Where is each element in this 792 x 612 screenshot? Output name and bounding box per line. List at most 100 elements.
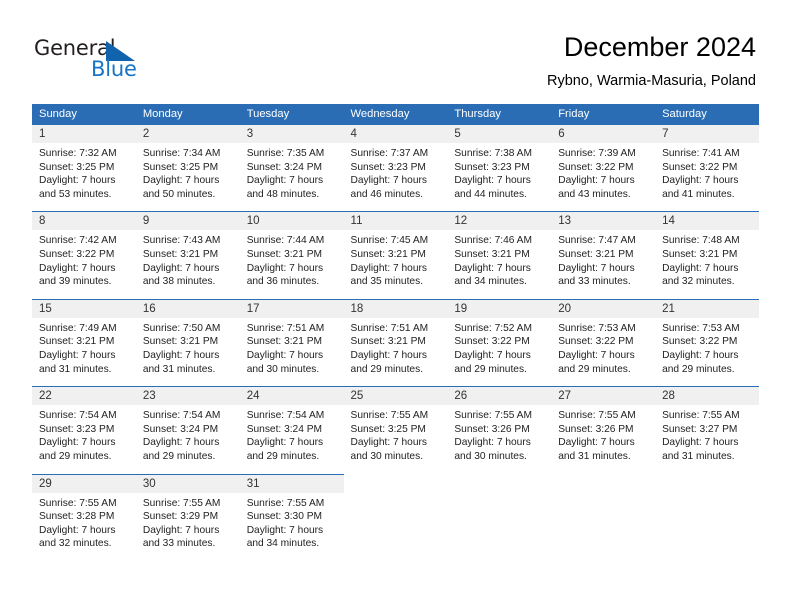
day-number-cell[interactable]: 26 xyxy=(447,386,552,406)
day-detail-cell[interactable]: Sunrise: 7:50 AM Sunset: 3:21 PM Daylight:… xyxy=(135,317,240,387)
day-detail-cell[interactable]: Sunrise: 7:41 AM Sunset: 3:22 PM Daylight:… xyxy=(655,143,759,212)
weekday-header-wednesday: Wednesday xyxy=(343,104,448,125)
day-detail-cell[interactable]: Sunrise: 7:55 AM Sunset: 3:30 PM Daylight:… xyxy=(239,492,344,561)
general-blue-logo[interactable]: General Blue xyxy=(34,36,204,84)
day-number-cell[interactable]: 10 xyxy=(239,211,344,231)
day-daylight1-text: Daylight: 7 hours xyxy=(246,175,324,187)
day-number-cell[interactable]: 6 xyxy=(551,124,656,143)
day-detail-cell[interactable]: Sunrise: 7:54 AM Sunset: 3:23 PM Daylight:… xyxy=(32,405,136,474)
day-daylight2-text: and 30 minutes. xyxy=(454,450,527,462)
day-detail-cell[interactable]: Sunrise: 7:55 AM Sunset: 3:25 PM Daylight:… xyxy=(343,405,448,474)
day-detail-cell[interactable]: Sunrise: 7:39 AM Sunset: 3:22 PM Daylight:… xyxy=(551,143,656,212)
day-daylight2-text: and 31 minutes. xyxy=(39,363,112,375)
day-detail-cell[interactable]: Sunrise: 7:53 AM Sunset: 3:22 PM Daylight:… xyxy=(551,317,656,387)
day-number-cell[interactable]: 31 xyxy=(239,473,344,493)
day-number-cell[interactable]: 17 xyxy=(239,298,344,318)
day-detail-cell[interactable]: Sunrise: 7:55 AM Sunset: 3:26 PM Daylight:… xyxy=(447,405,552,474)
day-daylight2-text: and 29 minutes. xyxy=(350,363,424,375)
day-number-cell[interactable]: 7 xyxy=(655,124,759,143)
day-detail-cell[interactable]: Sunrise: 7:51 AM Sunset: 3:21 PM Daylight:… xyxy=(343,317,448,387)
day-number-cell[interactable]: 29 xyxy=(32,473,136,493)
day-detail-cell[interactable]: Sunrise: 7:53 AM Sunset: 3:22 PM Daylight:… xyxy=(655,317,759,387)
day-detail-cell[interactable]: Sunrise: 7:55 AM Sunset: 3:28 PM Daylight:… xyxy=(32,492,136,561)
day-detail-cell[interactable]: Sunrise: 7:44 AM Sunset: 3:21 PM Daylight:… xyxy=(239,230,344,300)
day-number-cell[interactable]: 21 xyxy=(655,298,759,318)
day-daylight1-text: Daylight: 7 hours xyxy=(142,524,220,536)
day-sunrise-text: Sunrise: 7:54 AM xyxy=(39,410,117,422)
day-detail-cell[interactable]: Sunrise: 7:37 AM Sunset: 3:23 PM Daylight:… xyxy=(343,143,448,212)
day-sunrise-text: Sunrise: 7:53 AM xyxy=(662,322,740,334)
day-number-cell[interactable]: 28 xyxy=(655,386,759,406)
day-daylight2-text: and 29 minutes. xyxy=(454,363,527,375)
day-sunrise-text: Sunrise: 7:55 AM xyxy=(454,410,532,422)
day-daylight1-text: Daylight: 7 hours xyxy=(350,175,427,187)
day-number-cell[interactable]: 27 xyxy=(551,386,656,406)
day-daylight1-text: Daylight: 7 hours xyxy=(246,524,324,536)
day-detail-cell[interactable]: Sunrise: 7:55 AM Sunset: 3:29 PM Daylight:… xyxy=(135,492,240,561)
week-daynumber-row: 29 30 31 xyxy=(32,473,759,493)
day-daylight1-text: Daylight: 7 hours xyxy=(662,175,739,187)
day-daylight1-text: Daylight: 7 hours xyxy=(558,349,635,361)
day-number-cell[interactable]: 8 xyxy=(32,211,136,231)
day-daylight1-text: Daylight: 7 hours xyxy=(246,349,324,361)
day-detail-cell[interactable]: Sunrise: 7:55 AM Sunset: 3:26 PM Daylight:… xyxy=(551,405,656,474)
calendar-page: General Blue December 2024 Rybno, Warmia… xyxy=(0,0,792,612)
day-number-cell[interactable]: 1 xyxy=(32,124,136,143)
day-number-cell[interactable]: 12 xyxy=(447,211,552,231)
day-detail-cell[interactable]: Sunrise: 7:47 AM Sunset: 3:21 PM Daylight:… xyxy=(551,230,656,300)
empty-day-detail-cell xyxy=(447,492,552,561)
weekday-header-friday: Friday xyxy=(551,104,656,125)
day-daylight1-text: Daylight: 7 hours xyxy=(662,437,739,449)
day-number-cell[interactable]: 19 xyxy=(447,298,552,318)
day-detail-cell[interactable]: Sunrise: 7:48 AM Sunset: 3:21 PM Daylight:… xyxy=(655,230,759,300)
day-sunrise-text: Sunrise: 7:43 AM xyxy=(142,235,221,247)
logo-text-blue: Blue xyxy=(91,57,137,81)
day-detail-cell[interactable]: Sunrise: 7:51 AM Sunset: 3:21 PM Daylight:… xyxy=(239,317,344,387)
day-number-cell[interactable]: 11 xyxy=(343,211,448,231)
day-number-cell[interactable]: 9 xyxy=(135,211,240,231)
day-detail-cell[interactable]: Sunrise: 7:55 AM Sunset: 3:27 PM Daylight:… xyxy=(655,405,759,474)
day-number-cell[interactable]: 13 xyxy=(551,211,656,231)
empty-day-number-cell xyxy=(447,474,552,493)
day-sunset-text: Sunset: 3:22 PM xyxy=(662,336,738,348)
day-number-cell[interactable]: 2 xyxy=(135,124,240,143)
day-daylight1-text: Daylight: 7 hours xyxy=(39,175,116,187)
day-daylight1-text: Daylight: 7 hours xyxy=(558,262,635,274)
day-number-cell[interactable]: 30 xyxy=(135,473,240,493)
day-detail-cell[interactable]: Sunrise: 7:42 AM Sunset: 3:22 PM Daylight:… xyxy=(32,230,136,300)
day-number-cell[interactable]: 16 xyxy=(135,298,240,318)
day-detail-cell[interactable]: Sunrise: 7:43 AM Sunset: 3:21 PM Daylight:… xyxy=(135,230,240,300)
day-sunset-text: Sunset: 3:28 PM xyxy=(39,511,115,523)
empty-day-detail-cell xyxy=(551,492,656,561)
day-daylight2-text: and 48 minutes. xyxy=(246,188,320,200)
day-daylight2-text: and 36 minutes. xyxy=(246,276,320,288)
day-number-cell[interactable]: 22 xyxy=(32,386,136,406)
day-number-cell[interactable]: 3 xyxy=(239,124,344,143)
day-detail-cell[interactable]: Sunrise: 7:49 AM Sunset: 3:21 PM Daylight:… xyxy=(32,317,136,387)
day-sunset-text: Sunset: 3:21 PM xyxy=(454,248,530,260)
day-sunrise-text: Sunrise: 7:55 AM xyxy=(662,410,740,422)
day-number-cell[interactable]: 18 xyxy=(343,298,448,318)
day-detail-cell[interactable]: Sunrise: 7:54 AM Sunset: 3:24 PM Daylight:… xyxy=(135,405,240,474)
day-number-cell[interactable]: 20 xyxy=(551,298,656,318)
day-detail-cell[interactable]: Sunrise: 7:46 AM Sunset: 3:21 PM Daylight:… xyxy=(447,230,552,300)
day-sunrise-text: Sunrise: 7:46 AM xyxy=(454,235,532,247)
day-sunset-text: Sunset: 3:21 PM xyxy=(350,248,426,260)
day-number-cell[interactable]: 14 xyxy=(655,211,759,231)
day-number-cell[interactable]: 25 xyxy=(343,386,448,406)
day-detail-cell[interactable]: Sunrise: 7:52 AM Sunset: 3:22 PM Daylight:… xyxy=(447,317,552,387)
day-number-cell[interactable]: 5 xyxy=(447,124,552,143)
day-detail-cell[interactable]: Sunrise: 7:35 AM Sunset: 3:24 PM Daylight:… xyxy=(239,143,344,212)
day-detail-cell[interactable]: Sunrise: 7:34 AM Sunset: 3:25 PM Daylight:… xyxy=(135,143,240,212)
day-number-cell[interactable]: 4 xyxy=(343,124,448,143)
calendar-header-row: Sunday Monday Tuesday Wednesday Thursday Frid… xyxy=(32,104,759,125)
day-detail-cell[interactable]: Sunrise: 7:54 AM Sunset: 3:24 PM Daylight:… xyxy=(239,405,344,474)
day-detail-cell[interactable]: Sunrise: 7:32 AM Sunset: 3:25 PM Daylight:… xyxy=(32,143,136,212)
day-detail-cell[interactable]: Sunrise: 7:45 AM Sunset: 3:21 PM Daylight:… xyxy=(343,230,448,300)
day-number-cell[interactable]: 23 xyxy=(135,386,240,406)
day-number-cell[interactable]: 24 xyxy=(239,386,344,406)
day-sunrise-text: Sunrise: 7:48 AM xyxy=(662,235,740,247)
day-number-cell[interactable]: 15 xyxy=(32,298,136,318)
day-detail-cell[interactable]: Sunrise: 7:38 AM Sunset: 3:23 PM Daylight:… xyxy=(447,143,552,212)
week-detail-row: Sunrise: 7:54 AM Sunset: 3:23 PM Daylight:… xyxy=(32,405,759,474)
